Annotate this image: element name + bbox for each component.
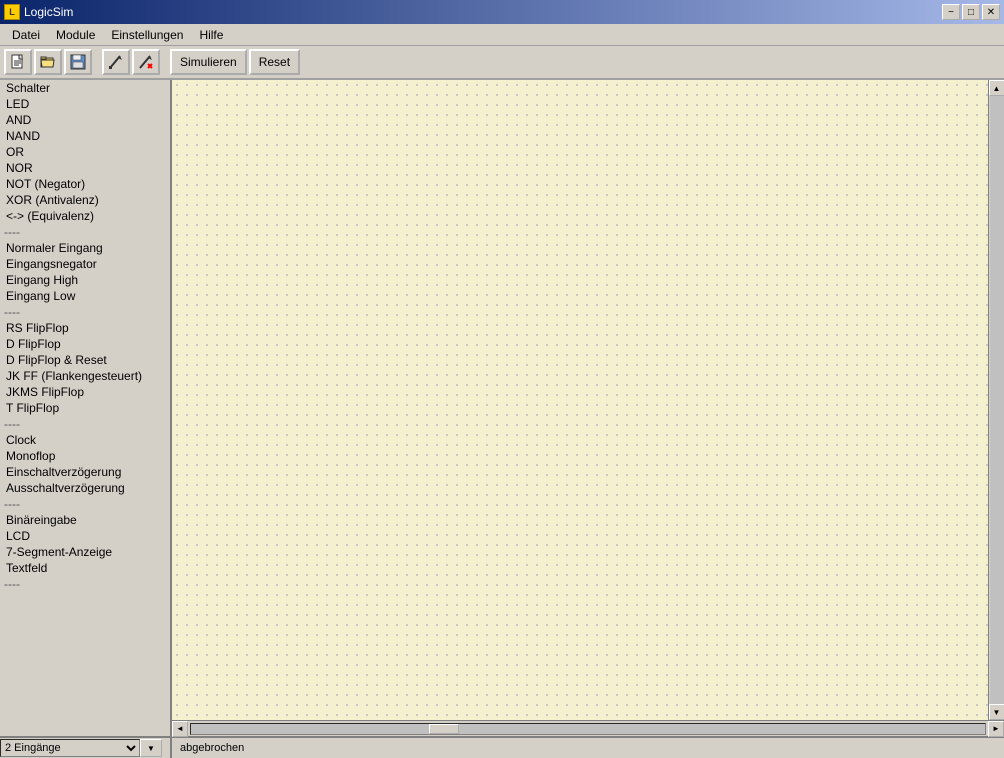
sidebar-item-xor--antivalenz-[interactable]: XOR (Antivalenz)	[0, 192, 170, 208]
sidebar-item-d-flipflop[interactable]: D FlipFlop	[0, 336, 170, 352]
wire-icon	[108, 54, 124, 70]
sidebar-item-jk-ff--flankengesteuert-[interactable]: JK FF (Flankengesteuert)	[0, 368, 170, 384]
sidebar-item-not--negator-[interactable]: NOT (Negator)	[0, 176, 170, 192]
select-arrow-icon[interactable]: ▼	[140, 739, 162, 757]
vertical-scrollbar[interactable]: ▲ ▼	[988, 80, 1004, 720]
app-title: LogicSim	[24, 5, 73, 19]
minimize-button[interactable]: −	[942, 4, 960, 20]
scroll-right-button[interactable]: ►	[988, 721, 1004, 737]
sidebar-separator: ----	[0, 416, 170, 432]
sidebar-item-d-flipflop---reset[interactable]: D FlipFlop & Reset	[0, 352, 170, 368]
menu-hilfe[interactable]: Hilfe	[191, 26, 231, 44]
sidebar-item-led[interactable]: LED	[0, 96, 170, 112]
horizontal-scrollbar[interactable]: ◄ ►	[172, 720, 1004, 736]
reset-button[interactable]: Reset	[249, 49, 300, 75]
menu-bar: Datei Module Einstellungen Hilfe	[0, 24, 1004, 46]
open-icon	[40, 54, 56, 70]
open-button[interactable]	[34, 49, 62, 75]
scroll-h-track[interactable]	[190, 723, 986, 735]
canvas-area[interactable]	[172, 80, 988, 720]
sidebar-item-monoflop[interactable]: Monoflop	[0, 448, 170, 464]
sidebar-item-nor[interactable]: NOR	[0, 160, 170, 176]
status-text: abgebrochen	[180, 742, 244, 754]
toolbar-separator-2	[162, 49, 168, 75]
menu-datei[interactable]: Datei	[4, 26, 48, 44]
menu-einstellungen[interactable]: Einstellungen	[103, 26, 191, 44]
new-button[interactable]	[4, 49, 32, 75]
sidebar-item-ausschaltverz-gerung[interactable]: Ausschaltverzögerung	[0, 480, 170, 496]
scroll-v-track[interactable]	[990, 96, 1004, 704]
main-area: SchalterLEDANDNANDORNORNOT (Negator)XOR …	[0, 80, 1004, 736]
close-button[interactable]: ✕	[982, 4, 1000, 20]
sidebar-item-rs-flipflop[interactable]: RS FlipFlop	[0, 320, 170, 336]
canvas-with-scrollbars: ▲ ▼ ◄ ►	[172, 80, 1004, 736]
sidebar-item-einschaltverz-gerung[interactable]: Einschaltverzögerung	[0, 464, 170, 480]
sidebar-item-or[interactable]: OR	[0, 144, 170, 160]
sidebar-item-lcd[interactable]: LCD	[0, 528, 170, 544]
sidebar-item-7-segment-anzeige[interactable]: 7-Segment-Anzeige	[0, 544, 170, 560]
sidebar-item------equivalenz-[interactable]: <-> (Equivalenz)	[0, 208, 170, 224]
sidebar-item-schalter[interactable]: Schalter	[0, 80, 170, 96]
new-icon	[10, 54, 26, 70]
dot-grid	[172, 80, 988, 720]
wire-button[interactable]	[102, 49, 130, 75]
title-bar: L LogicSim − □ ✕	[0, 0, 1004, 24]
maximize-button[interactable]: □	[962, 4, 980, 20]
sidebar-item-eingangsnegator[interactable]: Eingangsnegator	[0, 256, 170, 272]
toolbar: Simulieren Reset	[0, 46, 1004, 80]
save-button[interactable]	[64, 49, 92, 75]
sidebar-separator: ----	[0, 576, 170, 592]
sidebar-separator: ----	[0, 496, 170, 512]
canvas-inner: ▲ ▼	[172, 80, 1004, 720]
scroll-up-button[interactable]: ▲	[989, 80, 1004, 96]
wire2-icon	[138, 54, 154, 70]
sidebar-item-clock[interactable]: Clock	[0, 432, 170, 448]
bottom-bar: 1 Eingang2 Eingänge3 Eingänge4 Eingänge8…	[0, 736, 1004, 758]
sidebar-item-eingang-low[interactable]: Eingang Low	[0, 288, 170, 304]
status-bar: abgebrochen	[172, 740, 1004, 756]
title-bar-left: L LogicSim	[4, 4, 73, 20]
wire2-button[interactable]	[132, 49, 160, 75]
simulate-button[interactable]: Simulieren	[170, 49, 247, 75]
sidebar-item-and[interactable]: AND	[0, 112, 170, 128]
sidebar-item-nand[interactable]: NAND	[0, 128, 170, 144]
app-icon: L	[4, 4, 20, 20]
sidebar-item-normaler-eingang[interactable]: Normaler Eingang	[0, 240, 170, 256]
title-bar-buttons: − □ ✕	[942, 4, 1000, 20]
toolbar-separator-1	[94, 49, 100, 75]
sidebar-item-jkms-flipflop[interactable]: JKMS FlipFlop	[0, 384, 170, 400]
scroll-h-thumb[interactable]	[429, 724, 459, 734]
sidebar-item-eingang-high[interactable]: Eingang High	[0, 272, 170, 288]
sidebar: SchalterLEDANDNANDORNORNOT (Negator)XOR …	[0, 80, 172, 736]
sidebar-item-bin-reingabe[interactable]: Binäreingabe	[0, 512, 170, 528]
input-count-select[interactable]: 1 Eingang2 Eingänge3 Eingänge4 Eingänge8…	[0, 739, 140, 757]
sidebar-item-textfeld[interactable]: Textfeld	[0, 560, 170, 576]
scroll-down-button[interactable]: ▼	[989, 704, 1004, 720]
scroll-left-button[interactable]: ◄	[172, 721, 188, 737]
save-icon	[70, 54, 86, 70]
bottom-left: 1 Eingang2 Eingänge3 Eingänge4 Eingänge8…	[0, 738, 172, 758]
sidebar-separator: ----	[0, 304, 170, 320]
sidebar-item-t-flipflop[interactable]: T FlipFlop	[0, 400, 170, 416]
sidebar-separator: ----	[0, 224, 170, 240]
menu-module[interactable]: Module	[48, 26, 103, 44]
